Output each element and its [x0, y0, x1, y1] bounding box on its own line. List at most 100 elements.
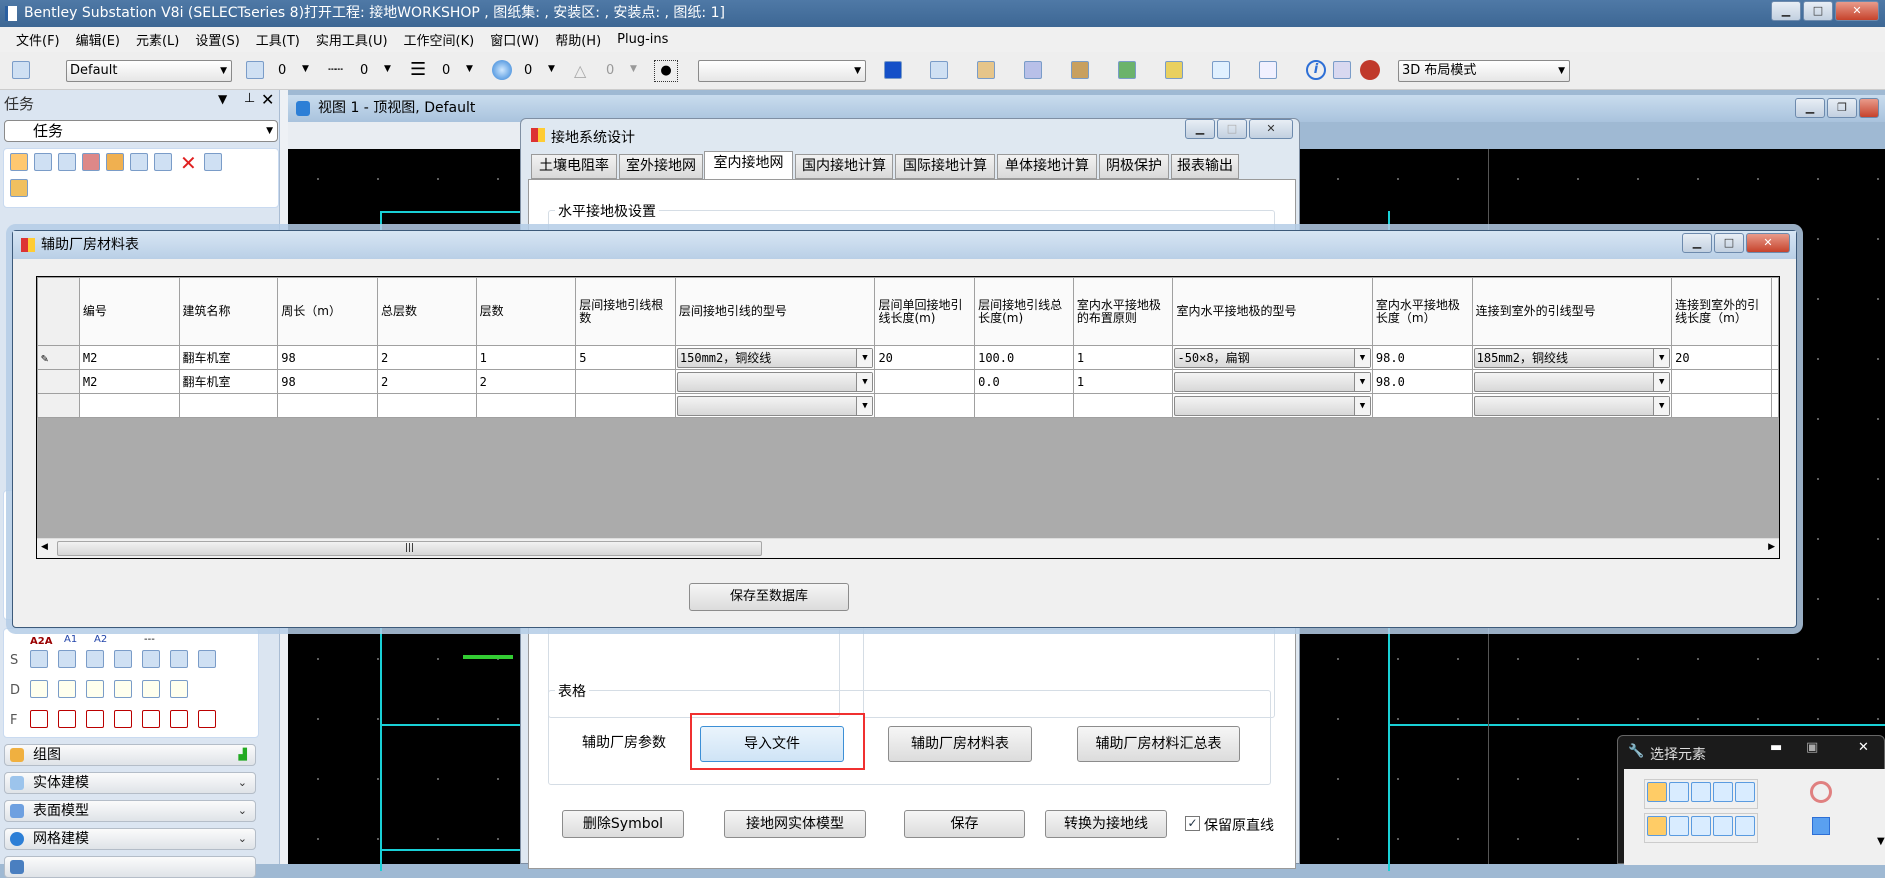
color-value[interactable]: 0	[278, 63, 286, 78]
table-cell[interactable]	[78, 393, 180, 418]
cell-dropdown[interactable]: ▼	[676, 371, 874, 392]
column-header[interactable]: 层间接地引线根数	[575, 277, 676, 346]
table-cell[interactable]	[1771, 369, 1779, 394]
models-icon[interactable]	[977, 61, 995, 79]
table-tool-icon[interactable]	[198, 650, 216, 668]
table-cell[interactable]: 98.0	[1371, 369, 1473, 394]
table-cell[interactable]: 5	[575, 345, 676, 370]
area-icon[interactable]	[142, 680, 160, 698]
references-icon[interactable]	[1118, 61, 1136, 79]
circle-method-icon[interactable]	[1713, 782, 1733, 802]
delete-tool-icon[interactable]: ✕	[180, 151, 197, 175]
m-close-button[interactable]: ✕	[1746, 233, 1790, 253]
menu-plugins[interactable]: Plug-ins	[617, 32, 668, 47]
table-cell[interactable]: ▼	[1172, 369, 1373, 394]
line-style-value[interactable]: 0	[360, 63, 368, 78]
view-close-button[interactable]	[1859, 98, 1879, 118]
dim-element-icon[interactable]	[30, 710, 48, 728]
table-cell[interactable]: 20	[1671, 345, 1772, 370]
cell-dropdown[interactable]: -50×8，扁钢 ▼	[1174, 347, 1371, 368]
subtract-mode-icon[interactable]	[1691, 816, 1711, 836]
tab-soil-resistivity[interactable]: 土壤电阻率	[531, 154, 617, 179]
annotation-a2[interactable]: A2	[94, 634, 107, 645]
individual-method-icon[interactable]	[1647, 782, 1667, 802]
no-display-icon[interactable]	[1360, 60, 1380, 80]
annotation-a1[interactable]: A1	[64, 634, 77, 645]
tab-report-output[interactable]: 报表输出	[1171, 154, 1239, 179]
table-cell[interactable]: 0.0	[974, 369, 1074, 394]
horizontal-scrollbar[interactable]: ◀ ||| ▶	[37, 538, 1779, 558]
material-grid[interactable]: 编号 建筑名称 周长（m） 总层数 层数 层间接地引线根数 层间接地引线的型号 层间单回接地引…	[36, 276, 1780, 559]
menu-settings[interactable]: 设置(S)	[195, 30, 239, 49]
color-icon[interactable]	[246, 61, 264, 79]
solid-model-button[interactable]: 接地网实体模型	[724, 810, 866, 838]
section-solid-modeling[interactable]: 实体建模 ⌄	[4, 772, 256, 794]
table-cell[interactable]: 98.0	[1371, 345, 1473, 370]
table-cell[interactable]	[1771, 393, 1779, 418]
dim-ordinate-icon[interactable]	[114, 710, 132, 728]
table-cell[interactable]: ▼	[674, 393, 876, 418]
g-minimize-button[interactable]: ▁	[1185, 119, 1215, 139]
page-icon[interactable]	[930, 61, 948, 79]
shape-method-icon[interactable]	[1691, 782, 1711, 802]
table-cell[interactable]	[277, 393, 379, 418]
task-selector[interactable]: 任务 ▼	[4, 120, 278, 142]
cell-dropdown[interactable]: 150mm2，铜绞线 ▼	[676, 347, 874, 368]
table-cell[interactable]	[974, 393, 1074, 418]
line-style-icon[interactable]: ┄┄	[328, 62, 343, 78]
cell-dropdown[interactable]: 185mm2，铜绞线 ▼	[1473, 347, 1671, 368]
fill-icon[interactable]: ●	[654, 60, 678, 82]
cell-dropdown[interactable]: ▼	[676, 395, 874, 416]
select-tool-icon[interactable]	[10, 153, 28, 171]
priority-icon[interactable]: △	[574, 61, 586, 80]
column-header[interactable]: 建筑名称	[178, 277, 279, 346]
line-weight-icon[interactable]: ☰	[410, 59, 426, 80]
table-cell[interactable]	[1671, 369, 1772, 394]
table-cell[interactable]: 98	[277, 369, 379, 394]
fence-tool-icon[interactable]	[34, 153, 52, 171]
angle-icon[interactable]	[86, 680, 104, 698]
table-cell[interactable]: M2	[78, 369, 180, 394]
tab-outdoor-grid[interactable]: 室外接地网	[619, 154, 703, 179]
column-header[interactable]: 编号	[78, 277, 180, 346]
menu-element[interactable]: 元素(L)	[136, 30, 179, 49]
cell-dropdown[interactable]: ▼	[1473, 371, 1671, 392]
save-button[interactable]: 保存	[904, 810, 1025, 838]
section-group-drawing[interactable]: 组图 ▟	[4, 744, 256, 766]
column-header[interactable]: 室内水平接地极的布置原则	[1072, 277, 1174, 346]
dim-angle-icon[interactable]	[86, 710, 104, 728]
convert-to-ground-wire-button[interactable]: 转换为接地线	[1045, 810, 1167, 838]
scroll-left-arrow[interactable]: ◀	[41, 542, 48, 552]
table-cell[interactable]: 1	[1072, 345, 1174, 370]
volume-icon[interactable]	[170, 680, 188, 698]
scroll-thumb[interactable]: |||	[57, 541, 762, 556]
row-header[interactable]	[37, 393, 80, 418]
table-cell[interactable]: ▼	[1172, 393, 1373, 418]
deselect-all-icon[interactable]	[1810, 781, 1832, 803]
active-level-icon[interactable]	[12, 61, 30, 79]
info-icon[interactable]: i	[1306, 60, 1326, 80]
menu-workspace[interactable]: 工作空间(K)	[404, 30, 475, 49]
length-icon[interactable]	[114, 680, 132, 698]
table-cell[interactable]: 150mm2，铜绞线 ▼	[674, 345, 876, 370]
menu-tools[interactable]: 工具(T)	[256, 30, 300, 49]
table-cell[interactable]: 2	[377, 345, 477, 370]
multi-snap-icon[interactable]	[58, 650, 76, 668]
table-row[interactable]: M2 翻车机室 98 2 2 ▼ 0.0 1 ▼ 98.0 ▼	[37, 369, 1779, 394]
table-cell[interactable]	[874, 393, 976, 418]
cell-dropdown[interactable]: ▼	[1174, 371, 1371, 392]
table-cell[interactable]	[1771, 345, 1779, 370]
table-cell[interactable]: 翻车机室	[178, 345, 279, 370]
s-minimize-button[interactable]: ▬	[1770, 740, 1782, 755]
keep-line-checkbox[interactable]: ✓	[1185, 816, 1200, 831]
table-cell[interactable]: ▼	[1471, 369, 1673, 394]
snap-arrow-icon[interactable]	[86, 650, 104, 668]
move-tool-icon[interactable]	[58, 153, 76, 171]
panel-close-icon[interactable]: ✕	[261, 90, 274, 109]
table-cell[interactable]: 20	[874, 345, 976, 370]
expand-arrow-icon[interactable]: ▼	[1877, 836, 1885, 847]
table-cell[interactable]: 100.0	[974, 345, 1074, 370]
arrow-tool-icon[interactable]	[170, 650, 188, 668]
radius-icon[interactable]	[58, 680, 76, 698]
save-to-database-button[interactable]: 保存至数据库	[689, 583, 849, 611]
